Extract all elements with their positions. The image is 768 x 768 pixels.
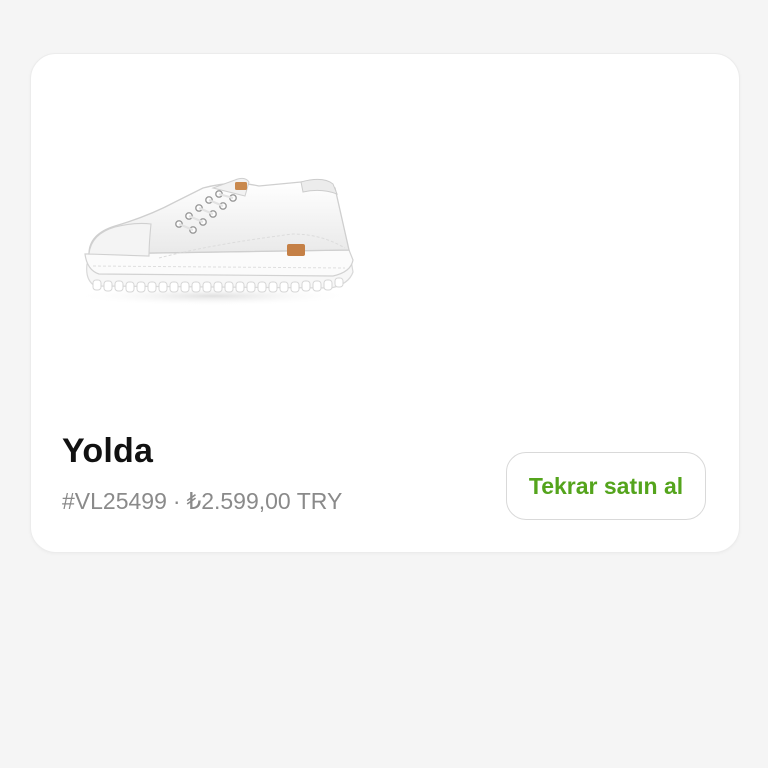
- product-meta: #VL25499 · ₺2.599,00 TRY: [62, 488, 342, 515]
- buy-again-button[interactable]: Tekrar satın al: [506, 452, 706, 520]
- product-code: #VL25499: [62, 488, 167, 514]
- product-card: Yolda #VL25499 · ₺2.599,00 TRY Tekrar satı…: [30, 53, 740, 553]
- sneaker-icon: [73, 177, 354, 306]
- meta-separator: ·: [172, 488, 181, 514]
- product-title: Yolda: [62, 432, 154, 470]
- product-image[interactable]: [63, 84, 373, 402]
- product-price: ₺2.599,00 TRY: [186, 488, 343, 514]
